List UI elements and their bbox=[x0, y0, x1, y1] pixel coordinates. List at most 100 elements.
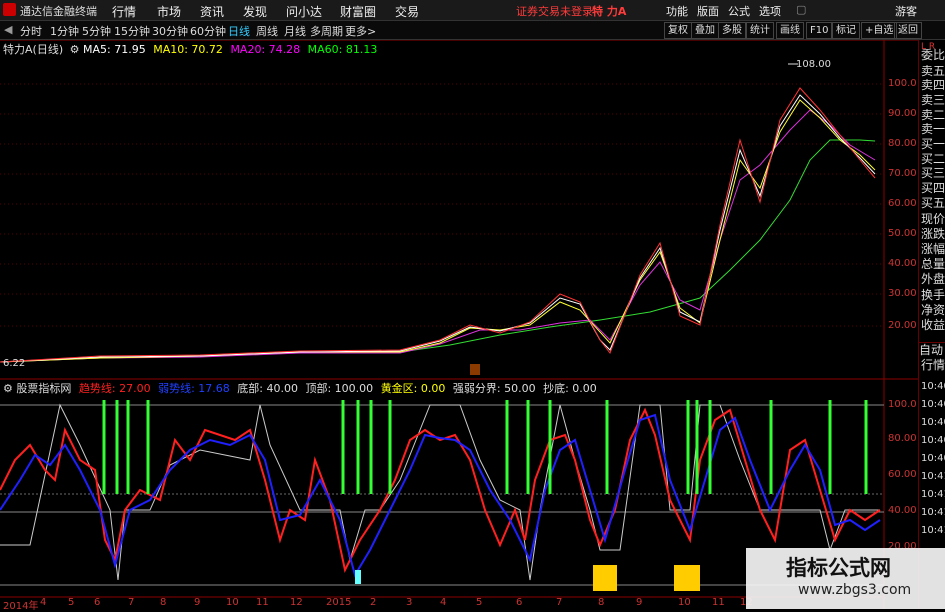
buy-bottom-label: 抄底: 0.00 bbox=[543, 382, 597, 395]
panel-label: 卖一 bbox=[921, 122, 945, 136]
stats-button[interactable]: 统计 bbox=[746, 22, 774, 39]
tick-time: 10:40 bbox=[921, 417, 945, 428]
price-tick: 100.0 bbox=[888, 78, 917, 89]
panel-label: 卖五 bbox=[921, 64, 945, 78]
stock-title: 特 力A bbox=[592, 5, 627, 18]
x-tick: 6 bbox=[94, 597, 101, 608]
quote-side-panel: L R 委比 卖五 卖四 卖三 卖二 卖一 买一 买二 买三 买四 买五 现价 … bbox=[918, 40, 945, 609]
tick-time: 10:40 bbox=[921, 435, 945, 446]
mark-button[interactable]: 标记 bbox=[832, 22, 860, 39]
menu-market[interactable]: 市场 bbox=[157, 3, 181, 20]
tick-time: 10:41 bbox=[921, 489, 945, 500]
event-marker-icon[interactable] bbox=[470, 364, 480, 375]
watermark-title: 指标公式网 bbox=[786, 556, 891, 580]
menu-layout[interactable]: 版面 bbox=[697, 3, 719, 19]
tab-daily[interactable]: 日线 bbox=[228, 23, 250, 39]
ma5-line bbox=[0, 94, 876, 363]
title-bar: 通达信金融终端 行情 市场 资讯 发现 问小达 财富圈 交易 证券交易未登录 特… bbox=[0, 0, 945, 21]
x-tick: 2015 bbox=[326, 597, 352, 608]
period-toolbar: ◀ 分时 1分钟 5分钟 15分钟 30分钟 60分钟 日线 周线 月线 多周期… bbox=[0, 21, 945, 40]
x-tick: 2014年 bbox=[3, 601, 39, 612]
f10-button[interactable]: F10 bbox=[806, 22, 833, 39]
x-tick: 5 bbox=[476, 597, 483, 608]
panel-label: 买四 bbox=[921, 181, 945, 195]
restore-rights-button[interactable]: 复权 bbox=[664, 22, 692, 39]
panel-label: 涨跌 bbox=[921, 227, 945, 241]
tab-5min[interactable]: 5分钟 bbox=[82, 23, 111, 39]
panel-label: 卖二 bbox=[921, 108, 945, 122]
x-tick: 4 bbox=[440, 597, 447, 608]
low-price-label: 6.22 bbox=[3, 358, 25, 369]
tab-weekly[interactable]: 周线 bbox=[256, 23, 278, 39]
panel-label: 买二 bbox=[921, 152, 945, 166]
overlay-button[interactable]: 叠加 bbox=[691, 22, 719, 39]
tab-30min[interactable]: 30分钟 bbox=[152, 23, 188, 39]
tab-60min[interactable]: 60分钟 bbox=[190, 23, 226, 39]
tab-more[interactable]: 更多> bbox=[345, 23, 376, 39]
x-tick: 8 bbox=[598, 597, 605, 608]
guest-user[interactable]: 游客 bbox=[895, 3, 917, 19]
x-tick: 4 bbox=[40, 597, 47, 608]
gold-zone-label: 黄金区: 0.00 bbox=[380, 382, 446, 395]
panel-label: 外盘 bbox=[921, 272, 945, 286]
tab-monthly[interactable]: 月线 bbox=[284, 23, 306, 39]
minimize-icon[interactable]: ▢ bbox=[796, 3, 806, 16]
panel-label: 委比 bbox=[921, 48, 945, 62]
menu-trade[interactable]: 交易 bbox=[395, 3, 419, 20]
gold-zone-block bbox=[593, 565, 617, 591]
add-watchlist-button[interactable]: +自选 bbox=[861, 22, 898, 39]
panel-label: 净资 bbox=[921, 303, 945, 317]
tab-1min[interactable]: 1分钟 bbox=[50, 23, 79, 39]
tick-time: 10:40 bbox=[921, 399, 945, 410]
menu-discover[interactable]: 发现 bbox=[243, 3, 267, 20]
x-tick: 10 bbox=[226, 597, 239, 608]
price-tick: 90.00 bbox=[888, 108, 917, 119]
ind-tick: 40.00 bbox=[888, 505, 917, 516]
auto-quote-toggle[interactable]: 自动 bbox=[919, 342, 945, 357]
x-tick: 2 bbox=[370, 597, 377, 608]
panel-label: 总量 bbox=[921, 257, 945, 271]
login-status[interactable]: 证券交易未登录 bbox=[516, 3, 593, 19]
gold-zone-block bbox=[674, 565, 700, 591]
ma20-line bbox=[0, 109, 876, 363]
top-label: 顶部: 100.00 bbox=[305, 382, 374, 395]
x-tick: 5 bbox=[68, 597, 75, 608]
panel-label: 买一 bbox=[921, 137, 945, 151]
price-tick: 40.00 bbox=[888, 258, 917, 269]
x-tick: 6 bbox=[516, 597, 523, 608]
strong-weak-label: 强弱分界: 50.00 bbox=[452, 382, 536, 395]
panel-label: 买五 bbox=[921, 196, 945, 210]
price-red-line bbox=[0, 87, 876, 363]
x-tick: 8 bbox=[160, 597, 167, 608]
menu-wealth[interactable]: 财富圈 bbox=[340, 3, 376, 20]
weak-line-label: 弱势线: 17.68 bbox=[158, 382, 230, 395]
quote-tab[interactable]: 行情 bbox=[921, 358, 945, 372]
tick-time: 10:41 bbox=[921, 525, 945, 536]
kline-chart[interactable]: 108.00 6.22 bbox=[0, 40, 918, 609]
back-button[interactable]: 返回 bbox=[894, 22, 922, 39]
panel-label: 卖三 bbox=[921, 93, 945, 107]
tab-15min[interactable]: 15分钟 bbox=[114, 23, 150, 39]
menu-ask[interactable]: 问小达 bbox=[286, 3, 322, 20]
ind-tick: 80.00 bbox=[888, 433, 917, 444]
multi-stock-button[interactable]: 多股 bbox=[718, 22, 746, 39]
price-tick: 60.00 bbox=[888, 198, 917, 209]
draw-line-button[interactable]: 画线 bbox=[776, 22, 804, 39]
tab-multi[interactable]: 多周期 bbox=[310, 23, 343, 39]
back-arrow-icon[interactable]: ◀ bbox=[4, 23, 12, 36]
tab-timeshare[interactable]: 分时 bbox=[20, 23, 42, 39]
menu-quotes[interactable]: 行情 bbox=[112, 3, 136, 20]
menu-formula[interactable]: 公式 bbox=[728, 3, 750, 19]
menu-function[interactable]: 功能 bbox=[666, 3, 688, 19]
x-tick: 10 bbox=[678, 597, 691, 608]
menu-news[interactable]: 资讯 bbox=[200, 3, 224, 20]
panel-label: 换手 bbox=[921, 288, 945, 302]
tick-time: 10:41 bbox=[921, 507, 945, 518]
trend-line-label: 趋势线: 27.00 bbox=[78, 382, 151, 395]
menu-options[interactable]: 选项 bbox=[759, 3, 781, 19]
price-tick: 70.00 bbox=[888, 168, 917, 179]
panel-label: 涨幅 bbox=[921, 242, 945, 256]
x-tick: 11 bbox=[256, 597, 269, 608]
x-tick: 12 bbox=[290, 597, 303, 608]
indicator-settings-icon[interactable]: ⚙ bbox=[3, 382, 13, 395]
